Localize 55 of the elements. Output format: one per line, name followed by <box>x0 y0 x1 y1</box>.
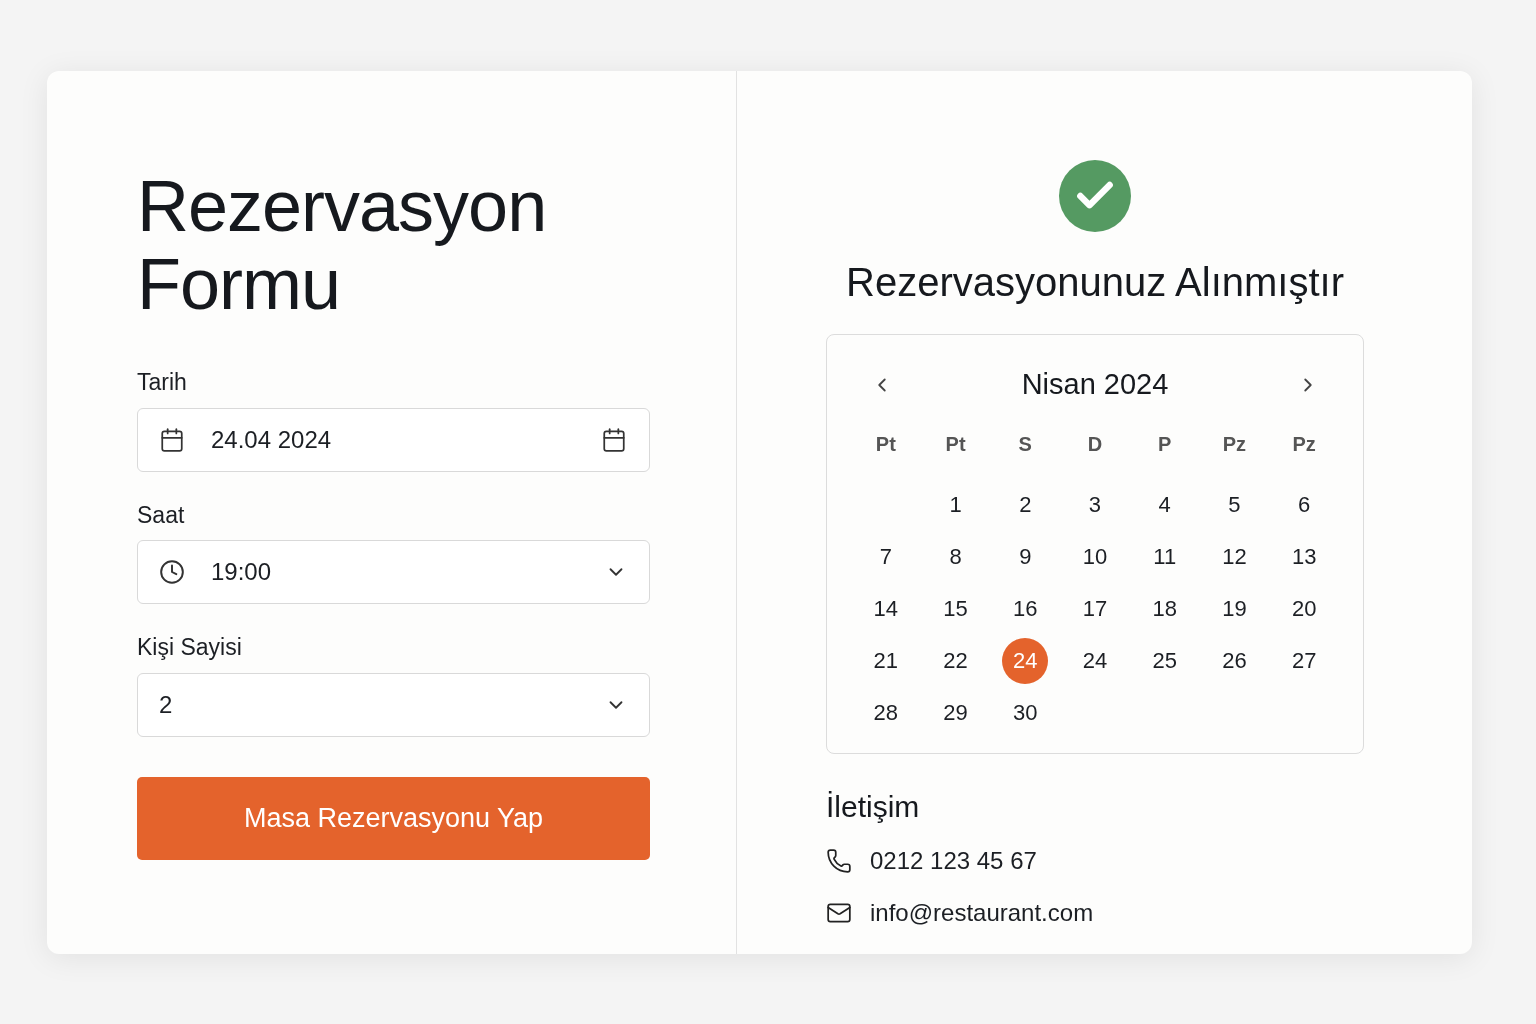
calendar-icon[interactable] <box>601 426 627 453</box>
calendar-day[interactable]: 8 <box>932 533 979 580</box>
calendar-day[interactable]: 12 <box>1211 533 1258 580</box>
calendar-day[interactable]: 28 <box>862 689 909 736</box>
calendar-day[interactable]: 21 <box>862 637 909 684</box>
weekday-label: Pt <box>944 431 967 457</box>
calendar-day[interactable]: 5 <box>1211 481 1258 528</box>
contact-text: info@restaurant.com <box>870 897 1094 928</box>
select-field[interactable]: 19:00 <box>137 540 650 604</box>
calendar-icon <box>159 426 185 453</box>
calendar-day[interactable]: 7 <box>862 533 909 580</box>
calendar-day[interactable]: 11 <box>1141 533 1188 580</box>
calendar-day[interactable]: 26 <box>1211 637 1258 684</box>
calendar-day[interactable]: 20 <box>1281 585 1328 632</box>
weekday-label: D <box>1086 431 1104 457</box>
calendar-day[interactable]: 19 <box>1211 585 1258 632</box>
calendar-day[interactable]: 4 <box>1141 481 1188 528</box>
calendar-day[interactable]: 17 <box>1072 585 1118 632</box>
confirmation-title: Rezervasyonunuz Alınmıştır <box>846 259 1344 306</box>
field-label: Tarih <box>137 368 188 397</box>
calendar-day[interactable]: 16 <box>1002 585 1049 632</box>
weekday-label: Pt <box>874 431 897 457</box>
contact-text: 0212 123 45 67 <box>870 845 1037 876</box>
contact-title: İletişim <box>826 788 921 825</box>
calendar-day[interactable]: 22 <box>932 637 979 684</box>
month-title: Nisan 2024 <box>1021 367 1169 402</box>
calendar-day[interactable]: 9 <box>1002 533 1049 580</box>
phone-icon <box>826 847 852 874</box>
calendar-day[interactable]: 18 <box>1141 585 1188 632</box>
date-field[interactable]: 24.04 2024 <box>137 407 650 472</box>
calendar-day[interactable]: 3 <box>1072 481 1118 528</box>
field-label: Saat <box>137 500 186 530</box>
field-label: Kişi Sayisi <box>137 633 243 662</box>
weekday-label: Pz <box>1291 431 1317 457</box>
field-value: 24.04 2024 <box>211 424 332 455</box>
weekday-label: Pz <box>1221 431 1248 457</box>
calendar-day[interactable]: 25 <box>1141 637 1188 684</box>
calendar-day[interactable]: 15 <box>932 585 979 632</box>
calendar-day[interactable]: 30 <box>1002 689 1049 736</box>
field-value: 19:00 <box>211 557 272 587</box>
calendar-day[interactable]: 13 <box>1281 533 1328 580</box>
calendar-day[interactable]: 6 <box>1281 481 1328 528</box>
clock-icon <box>159 559 185 585</box>
calendar-day[interactable]: 10 <box>1072 533 1118 580</box>
weekday-label: P <box>1157 431 1173 457</box>
weekday-label: S <box>1017 431 1033 457</box>
form-title: Rezervasyon Formu <box>137 167 548 323</box>
calendar-day[interactable]: 2 <box>1002 481 1049 528</box>
select-field[interactable]: 2 <box>137 672 650 737</box>
field-value: 2 <box>159 689 173 720</box>
calendar-day[interactable]: 27 <box>1281 637 1328 684</box>
calendar-day[interactable]: 24 <box>1072 637 1118 684</box>
calendar-day[interactable]: 1 <box>932 481 979 528</box>
calendar-day[interactable]: 14 <box>862 585 909 632</box>
calendar-day[interactable]: 29 <box>932 689 979 736</box>
